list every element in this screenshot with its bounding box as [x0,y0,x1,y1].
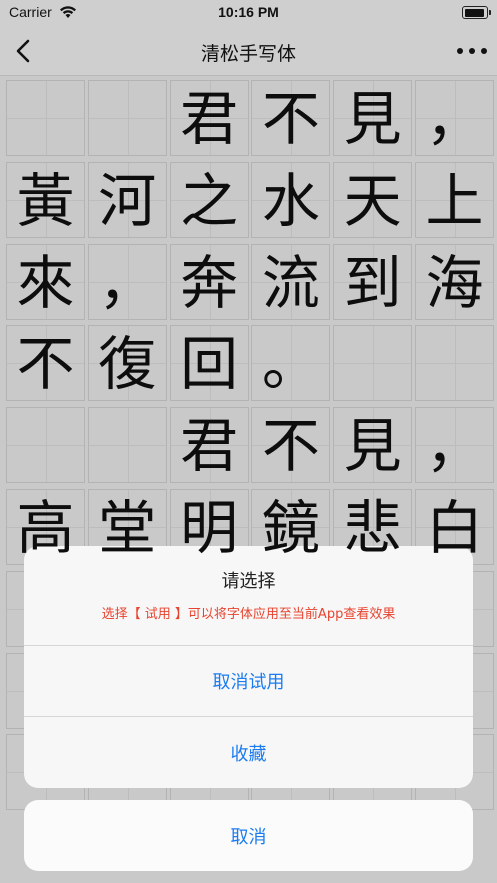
grid-cell: 黃 [6,161,85,238]
grid-cell: ， [415,407,494,484]
grid-cell: 復 [87,325,167,402]
grid-character: 回 [180,330,239,399]
grid-cell: 明 [169,489,249,565]
grid-character: 河 [98,166,157,235]
grid-character: 白 [425,494,484,562]
grid-character: 復 [98,330,157,399]
grid-cell: 。 [251,325,331,402]
grid-character: 不 [261,85,320,153]
grid-cell: 君 [169,407,249,484]
grid-character: ， [98,248,157,317]
favorite-button[interactable]: 收藏 [24,717,473,788]
grid-character: 來 [16,248,75,317]
grid-cell: 流 [251,243,331,320]
grid-character: 君 [180,85,239,153]
grid-cell: 悲 [333,489,413,565]
grid-character: 奔 [180,248,239,317]
grid-cell: 見 [333,407,413,484]
grid-cell: ， [87,243,167,320]
action-sheet: 请选择 选择【 试用 】可以将字体应用至当前App查看效果 取消试用 收藏 [24,546,473,788]
grid-cell: 之 [169,161,249,238]
action-sheet-subtitle: 选择【 试用 】可以将字体应用至当前App查看效果 [101,607,396,622]
grid-cell: 鏡 [251,489,331,565]
grid-character: 明 [180,494,239,562]
grid-cell: 海 [415,243,494,320]
grid-character: 不 [16,330,75,399]
cancel-trial-button[interactable]: 取消试用 [24,646,473,717]
grid-character: ， [425,85,484,153]
grid-cell: 見 [333,80,413,156]
grid-character: 之 [180,166,239,235]
grid-cell: 不 [251,407,331,484]
grid-character: 上 [425,166,484,235]
grid-character: ， [425,412,484,481]
grid-character: 流 [261,248,320,317]
grid-character: 到 [343,248,402,317]
grid-cell: 河 [87,161,167,238]
grid-cell: 天 [333,161,413,238]
cancel-button[interactable]: 取消 [24,800,473,871]
grid-character: 。 [261,330,320,399]
grid-cell: 不 [6,325,85,402]
grid-cell: 上 [415,161,494,238]
grid-character: 見 [343,412,402,481]
grid-character: 鏡 [261,494,320,562]
grid-cell: 不 [251,80,331,156]
grid-cell: 奔 [169,243,249,320]
grid-character: 天 [343,166,402,235]
grid-character: 悲 [343,494,402,562]
grid-character: 高 [16,494,75,562]
grid-cell: 來 [6,243,85,320]
grid-cell: ， [415,80,494,156]
grid-cell: 到 [333,243,413,320]
grid-character: 黃 [16,166,75,235]
grid-character: 見 [343,85,402,153]
grid-character: 不 [261,412,320,481]
grid-character: 君 [180,412,239,481]
grid-cell: 堂 [87,489,167,565]
grid-cell: 回 [169,325,249,402]
grid-character: 水 [261,166,320,235]
grid-cell: 白 [415,489,494,565]
grid-cell: 高 [6,489,85,565]
grid-character: 海 [425,248,484,317]
grid-character: 堂 [98,494,157,562]
grid-cell: 水 [251,161,331,238]
grid-cell: 君 [169,80,249,156]
